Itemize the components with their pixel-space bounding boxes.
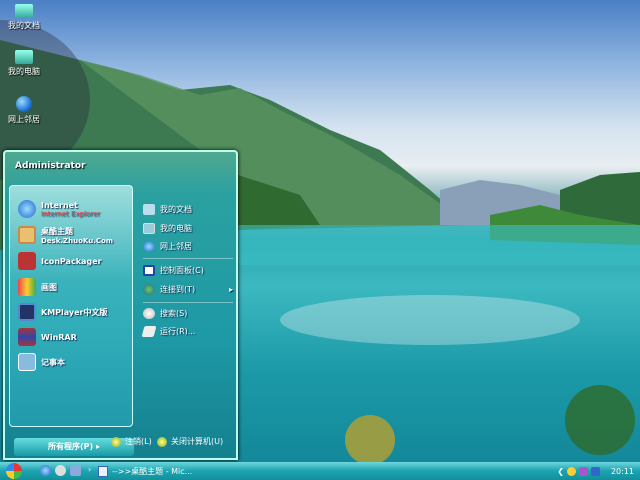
desktop-icon-network[interactable]: 网上邻居 <box>4 96 44 125</box>
logoff-icon <box>111 436 121 447</box>
menu-item-control-panel[interactable]: 控制面板(C) <box>143 262 204 278</box>
menu-item-my-computer[interactable]: 我的电脑 <box>143 220 192 236</box>
control-panel-icon <box>143 264 155 276</box>
arrow-right-icon: ▸ <box>95 442 100 451</box>
connect-to-icon <box>143 283 155 295</box>
computer-icon <box>15 50 33 64</box>
menu-item-notepad[interactable]: 记事本 <box>18 351 65 373</box>
word-document-icon <box>98 465 108 477</box>
start-menu: Administrator Internet Internet Explorer … <box>3 150 238 460</box>
start-button[interactable] <box>6 463 22 479</box>
paint-icon <box>18 278 36 296</box>
logoff-button[interactable]: 注销(L) <box>111 436 152 447</box>
ie-quicklaunch-icon[interactable] <box>40 465 51 476</box>
menu-item-connect-to[interactable]: 连接到(T) ▸ <box>143 281 233 297</box>
network-icon <box>143 240 155 252</box>
user-name: Administrator <box>15 161 86 171</box>
tray-app-icon[interactable] <box>578 466 588 476</box>
menu-item-network[interactable]: 网上邻居 <box>143 238 192 254</box>
taskbar-button-word[interactable]: -->>桌酷主题 - Mic... <box>98 464 192 478</box>
menu-item-winrar[interactable]: WinRAR <box>18 326 77 348</box>
desktop-icon-my-computer[interactable]: 我的电脑 <box>4 50 44 77</box>
pinned-programs-pane: Internet Internet Explorer 桌酷主题 Desk.ZhuoK… <box>9 185 134 456</box>
iconpackager-icon <box>18 252 36 270</box>
security-tray-icon[interactable] <box>590 466 600 476</box>
taskbar: › -->>桌酷主题 - Mic... ❮ 20:11 <box>0 462 640 480</box>
zhuoku-theme-icon <box>18 226 36 244</box>
run-icon <box>141 325 157 337</box>
menu-item-zhuoku[interactable]: 桌酷主题 Desk.ZhuoKu.Com <box>18 224 113 246</box>
menu-item-kmplayer[interactable]: KMPlayer中文版 <box>18 301 108 323</box>
notepad-icon <box>18 353 36 371</box>
tray-expand-icon[interactable]: ❮ <box>557 467 564 476</box>
menu-item-paint[interactable]: 画图 <box>18 276 57 298</box>
menu-item-search[interactable]: 搜索(S) <box>143 305 187 321</box>
qq-tray-icon[interactable] <box>566 466 576 476</box>
system-tray: ❮ 20:11 <box>557 464 634 478</box>
quicklaunch-chevron-icon[interactable]: › <box>88 465 91 474</box>
winrar-icon <box>18 328 36 346</box>
my-computer-icon <box>143 222 155 234</box>
menu-item-run[interactable]: 运行(R)... <box>141 323 195 339</box>
arrow-right-icon: ▸ <box>228 284 233 294</box>
menu-item-iconpackager[interactable]: IconPackager <box>18 250 102 272</box>
show-desktop-icon[interactable] <box>70 465 81 476</box>
separator <box>143 258 233 259</box>
menu-item-internet[interactable]: Internet Internet Explorer <box>18 198 100 220</box>
clock[interactable]: 20:11 <box>611 467 634 476</box>
shutdown-button[interactable]: 关闭计算机(U) <box>157 436 223 447</box>
quicklaunch-icon[interactable] <box>55 465 66 476</box>
my-documents-icon <box>143 203 155 215</box>
network-globe-icon <box>16 96 32 112</box>
kmplayer-icon <box>18 303 36 321</box>
desktop-icon-my-documents[interactable]: 我的文档 <box>4 4 44 31</box>
power-icon <box>157 436 167 447</box>
folder-documents-icon <box>15 4 33 18</box>
internet-explorer-icon <box>18 200 36 218</box>
menu-item-my-documents[interactable]: 我的文档 <box>143 201 192 217</box>
separator <box>143 302 233 303</box>
search-icon <box>143 307 155 319</box>
